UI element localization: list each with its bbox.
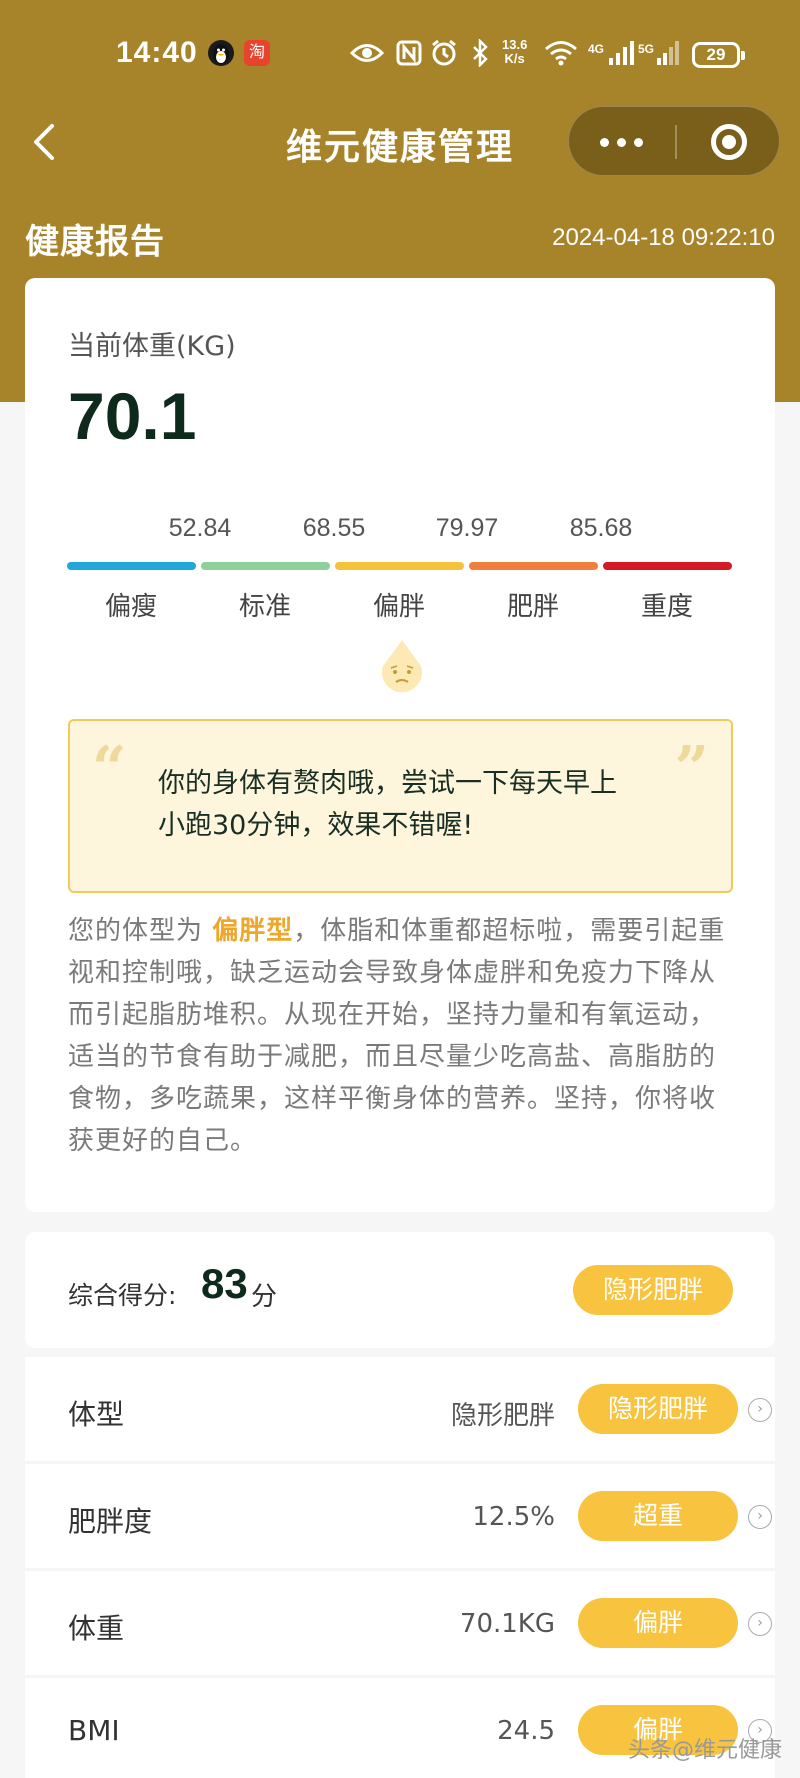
signal-bars-icon [608, 38, 634, 68]
scale-category-label: 重度 [640, 592, 694, 622]
scale-category-label: 肥胖 [506, 592, 560, 622]
taobao-icon: 淘 [244, 40, 270, 66]
bluetooth-icon [472, 38, 488, 68]
threshold-label: 52.84 [168, 514, 232, 542]
scale-segment-severe [603, 562, 732, 570]
report-timestamp: 2024-04-18 09:22:10 [552, 224, 775, 251]
threshold-label: 68.55 [302, 514, 366, 542]
body-type-description: 您的体型为 偏胖型，体脂和体重都超标啦，需要引起重视和控制哦，缺乏运动会导致身体… [68, 916, 726, 1156]
threshold-label: 85.68 [569, 514, 633, 542]
threshold-label: 79.97 [435, 514, 499, 542]
metric-label: 体重 [68, 1612, 125, 1645]
sad-droplet-indicator-icon [377, 638, 427, 694]
alarm-icon [430, 38, 458, 68]
scale-segment-overweight [335, 562, 464, 570]
scale-segment-normal [201, 562, 330, 570]
report-title: 健康报告 [25, 222, 165, 262]
miniprogram-capsule [568, 106, 780, 176]
close-quote-icon: ” [674, 734, 709, 804]
score-card: 综合得分: 83 分 隐形肥胖 [25, 1232, 775, 1348]
capsule-divider [675, 125, 677, 159]
scale-segment-underweight [67, 562, 196, 570]
score-unit: 分 [251, 1282, 278, 1312]
chevron-right-icon[interactable]: › [748, 1505, 772, 1529]
body-type-highlight: 偏胖型 [212, 916, 294, 946]
close-miniprogram-icon[interactable] [711, 124, 747, 160]
qq-penguin-icon [208, 40, 234, 66]
metric-label: BMI [68, 1714, 120, 1747]
metric-value: 12.5% [472, 1502, 555, 1532]
advice-text: 你的身体有赘肉哦，尝试一下每天早上 小跑30分钟，效果不错喔! [158, 768, 617, 841]
chevron-right-icon[interactable]: › [748, 1612, 772, 1636]
score-label: 综合得分: [68, 1281, 177, 1310]
metric-label: 肥胖度 [68, 1505, 153, 1538]
wifi-icon [544, 38, 578, 68]
signal-label-5g: 5G [638, 42, 655, 56]
metric-badge: 偏胖 [578, 1598, 738, 1648]
metric-value: 隐形肥胖 [450, 1401, 555, 1431]
watermark: 头条@维元健康 [627, 1738, 782, 1763]
page-title: 维元健康管理 [285, 127, 514, 168]
metric-value: 70.1KG [459, 1609, 555, 1639]
chevron-right-icon[interactable]: › [748, 1398, 772, 1422]
advice-quote-box: “ ” 你的身体有赘肉哦，尝试一下每天早上 小跑30分钟，效果不错喔! [68, 719, 733, 893]
scale-category-label: 偏胖 [372, 592, 426, 622]
metric-badge: 隐形肥胖 [578, 1384, 738, 1434]
score-value: 83 [201, 1260, 248, 1307]
back-button[interactable] [30, 122, 60, 162]
status-bar: 14:40 淘 13.6 K/s 4G 5G 29 [0, 30, 800, 80]
metric-label: 体型 [68, 1398, 125, 1431]
open-quote-icon: “ [92, 734, 127, 804]
weight-card: 当前体重(KG) 70.1 52.84 68.55 79.97 85.68 偏瘦… [25, 278, 775, 1212]
status-time: 14:40 [116, 36, 198, 69]
signal-label-4g: 4G [588, 42, 605, 56]
weight-label: 当前体重(KG) [68, 331, 236, 362]
battery-icon: 29 [692, 42, 745, 68]
scale-category-label: 偏瘦 [104, 592, 158, 622]
more-options-button[interactable] [569, 107, 674, 177]
metric-row-weight[interactable]: 体重 70.1KG 偏胖 › [25, 1571, 775, 1675]
net-speed: 13.6 K/s [502, 37, 528, 66]
weight-value: 70.1 [68, 379, 197, 453]
eye-icon [350, 38, 384, 68]
metric-value: 24.5 [497, 1716, 555, 1746]
nfc-icon [396, 38, 422, 68]
score-badge: 隐形肥胖 [573, 1265, 733, 1315]
signal-bars-icon [656, 38, 680, 68]
metric-row-body-type[interactable]: 体型 隐形肥胖 隐形肥胖 › [25, 1357, 775, 1461]
metric-row-obesity-degree[interactable]: 肥胖度 12.5% 超重 › [25, 1464, 775, 1568]
scale-category-label: 标准 [238, 592, 292, 622]
metric-badge: 超重 [578, 1491, 738, 1541]
scale-segment-obese [469, 562, 598, 570]
